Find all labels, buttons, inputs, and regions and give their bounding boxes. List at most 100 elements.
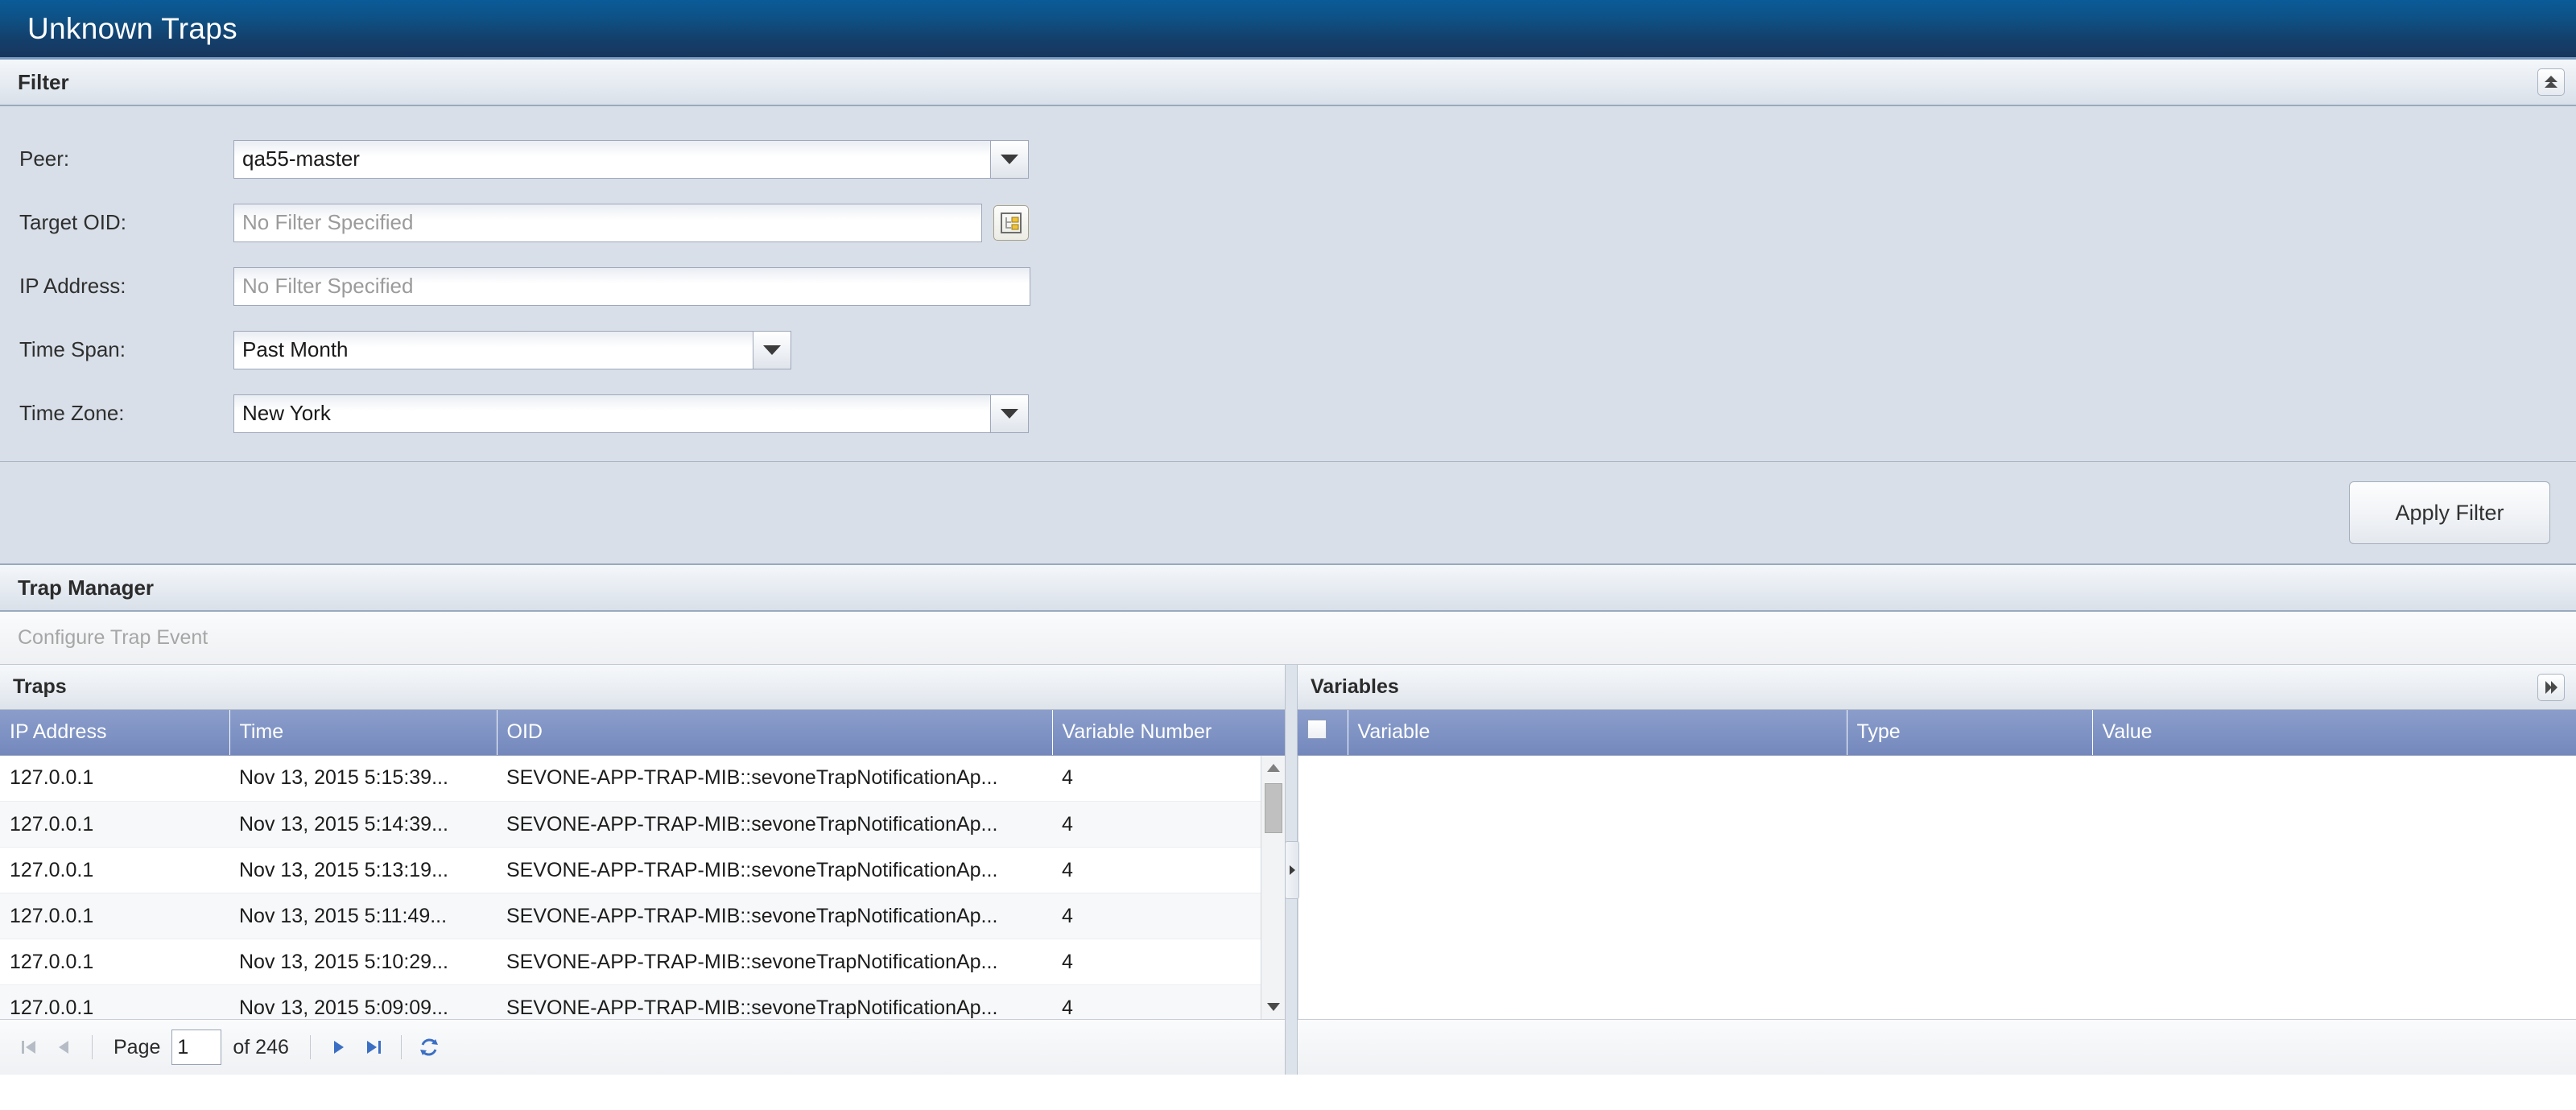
chevron-double-right-icon	[2545, 680, 2557, 694]
traps-pane: Traps IP Address Time OID Variable Numbe…	[0, 665, 1285, 1075]
window-title-bar: Unknown Traps	[0, 0, 2576, 60]
trap-manager-header: Trap Manager	[0, 565, 2576, 612]
traps-rows-container: 127.0.0.1 Nov 13, 2015 5:15:39... SEVONE…	[0, 755, 1261, 1019]
time-zone-input[interactable]	[233, 394, 990, 433]
trap-ip: 127.0.0.1	[0, 984, 229, 1019]
trap-vars: 4	[1052, 847, 1261, 893]
trap-oid: SEVONE-APP-TRAP-MIB::sevoneTrapNotificat…	[497, 801, 1052, 848]
filter-row-time-span: Time Span:	[0, 318, 2576, 382]
select-all-checkbox[interactable]	[1307, 720, 1327, 740]
next-page-button[interactable]	[320, 1030, 356, 1065]
traps-vertical-scrollbar[interactable]	[1261, 755, 1285, 1019]
trap-oid: SEVONE-APP-TRAP-MIB::sevoneTrapNotificat…	[497, 847, 1052, 893]
trap-vars: 4	[1052, 939, 1261, 985]
time-zone-label: Time Zone:	[19, 401, 125, 425]
target-oid-browse-button[interactable]	[993, 204, 1029, 241]
peer-input[interactable]	[233, 139, 990, 179]
triangle-up-icon	[1266, 763, 1280, 772]
peer-dropdown-button[interactable]	[990, 139, 1029, 179]
scroll-thumb[interactable]	[1265, 782, 1282, 833]
time-span-label: Time Span:	[19, 337, 126, 361]
trap-ip: 127.0.0.1	[0, 755, 229, 802]
refresh-button[interactable]	[411, 1030, 447, 1065]
variables-expand-button[interactable]	[2537, 673, 2565, 701]
splitter-grip[interactable]	[1285, 840, 1299, 899]
table-row[interactable]: 127.0.0.1 Nov 13, 2015 5:11:49... SEVONE…	[0, 893, 1261, 939]
trap-ip: 127.0.0.1	[0, 939, 229, 985]
table-row[interactable]: 127.0.0.1 Nov 13, 2015 5:15:39... SEVONE…	[0, 755, 1261, 802]
target-oid-input[interactable]	[233, 203, 982, 242]
traps-title: Traps	[13, 675, 67, 698]
previous-page-button[interactable]	[47, 1030, 82, 1065]
time-span-dropdown-button[interactable]	[753, 330, 791, 369]
triangle-right-icon	[1290, 864, 1295, 875]
table-row[interactable]: 127.0.0.1 Nov 13, 2015 5:13:19... SEVONE…	[0, 847, 1261, 893]
next-page-icon	[333, 1041, 344, 1054]
variables-col-variable[interactable]: Variable	[1348, 710, 1847, 756]
variables-empty-body	[1298, 755, 2576, 1019]
traps-header-row: IP Address Time OID Variable Number	[0, 710, 1285, 756]
trap-oid: SEVONE-APP-TRAP-MIB::sevoneTrapNotificat…	[497, 984, 1052, 1019]
peer-label: Peer:	[19, 146, 70, 171]
trap-ip: 127.0.0.1	[0, 893, 229, 939]
chevron-down-icon	[763, 345, 781, 355]
filter-form: Peer: Target OID: IP Address:	[0, 106, 2576, 462]
trap-time: Nov 13, 2015 5:13:19...	[229, 847, 497, 893]
filter-panel-title: Filter	[18, 69, 69, 94]
ip-address-input[interactable]	[233, 266, 1030, 306]
table-row[interactable]: 127.0.0.1 Nov 13, 2015 5:10:29... SEVONE…	[0, 939, 1261, 985]
variables-header-row: Variable Type Value	[1298, 710, 2576, 756]
target-oid-label: Target OID:	[19, 210, 126, 234]
table-row[interactable]: 127.0.0.1 Nov 13, 2015 5:14:39... SEVONE…	[0, 801, 1261, 848]
last-page-button[interactable]	[356, 1030, 391, 1065]
last-page-icon	[366, 1041, 381, 1054]
filter-actions-bar: Apply Filter	[0, 462, 2576, 565]
tree-folder-icon	[1001, 212, 1022, 233]
scroll-track[interactable]	[1261, 780, 1285, 996]
time-span-combobox[interactable]	[233, 330, 791, 369]
pager-divider	[309, 1035, 311, 1059]
peer-combobox[interactable]	[233, 139, 1029, 179]
trap-vars: 4	[1052, 984, 1261, 1019]
ip-address-label: IP Address:	[19, 274, 126, 298]
refresh-icon	[419, 1038, 438, 1056]
traps-col-ip-address[interactable]: IP Address	[0, 710, 230, 756]
scroll-down-button[interactable]	[1266, 995, 1281, 1019]
chevron-down-icon	[1001, 408, 1018, 419]
filter-row-target-oid: Target OID:	[0, 191, 2576, 254]
scroll-up-button[interactable]	[1266, 756, 1281, 780]
time-zone-dropdown-button[interactable]	[990, 394, 1029, 433]
time-zone-combobox[interactable]	[233, 394, 1029, 433]
chevron-double-up-icon	[2545, 76, 2557, 88]
page-number-input[interactable]	[171, 1030, 222, 1065]
apply-filter-button[interactable]: Apply Filter	[2349, 481, 2550, 544]
first-page-icon	[22, 1041, 35, 1054]
filter-row-time-zone: Time Zone:	[0, 382, 2576, 445]
variables-col-select	[1298, 710, 1348, 756]
traps-col-time[interactable]: Time	[229, 710, 497, 756]
variables-col-type[interactable]: Type	[1847, 710, 2093, 756]
trap-time: Nov 13, 2015 5:10:29...	[229, 939, 497, 985]
pane-splitter[interactable]	[1285, 665, 1299, 1075]
filter-panel-header: Filter	[0, 60, 2576, 106]
traps-col-oid[interactable]: OID	[497, 710, 1053, 756]
trap-vars: 4	[1052, 893, 1261, 939]
first-page-button[interactable]	[11, 1030, 47, 1065]
configure-trap-event-button[interactable]: Configure Trap Event	[18, 626, 208, 650]
trap-time: Nov 13, 2015 5:09:09...	[229, 984, 497, 1019]
trap-oid: SEVONE-APP-TRAP-MIB::sevoneTrapNotificat…	[497, 939, 1052, 985]
traps-table-header: IP Address Time OID Variable Number	[0, 710, 1285, 756]
variables-pane: Variables Variable Type Value	[1298, 665, 2576, 1075]
chevron-down-icon	[1001, 154, 1018, 164]
triangle-down-icon	[1266, 1003, 1280, 1011]
trap-oid: SEVONE-APP-TRAP-MIB::sevoneTrapNotificat…	[497, 755, 1052, 802]
previous-page-icon	[59, 1041, 68, 1054]
traps-col-variable-number[interactable]: Variable Number	[1052, 710, 1285, 756]
filter-collapse-button[interactable]	[2537, 68, 2565, 96]
pager-divider	[400, 1035, 402, 1059]
table-row[interactable]: 127.0.0.1 Nov 13, 2015 5:09:09... SEVONE…	[0, 984, 1261, 1019]
variables-col-value[interactable]: Value	[2092, 710, 2576, 756]
time-span-input[interactable]	[233, 330, 753, 369]
trap-time: Nov 13, 2015 5:14:39...	[229, 801, 497, 848]
traps-header: Traps	[0, 665, 1285, 710]
